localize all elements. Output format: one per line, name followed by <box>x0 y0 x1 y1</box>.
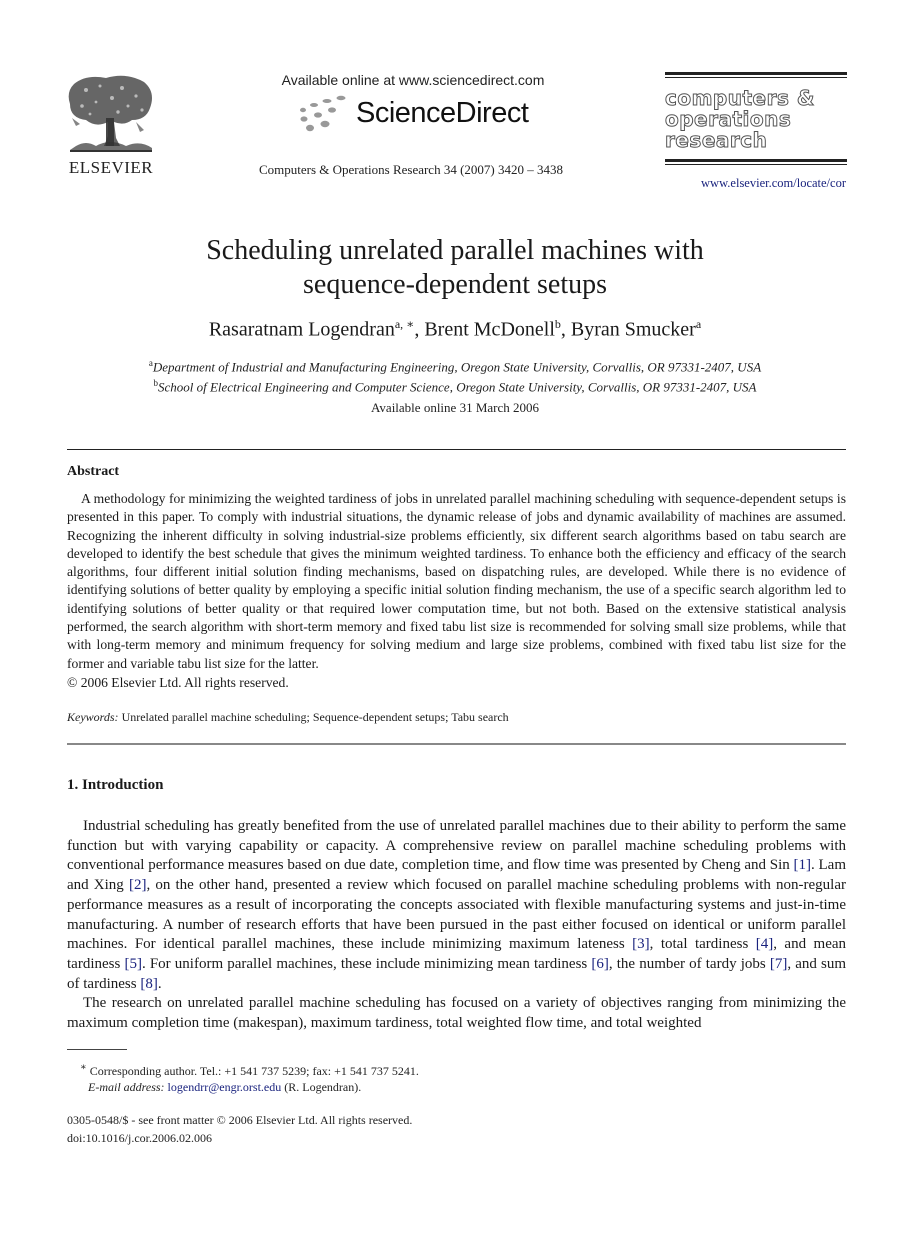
email-footnote: E-mail address: logendrr@engr.orst.edu (… <box>88 1080 361 1095</box>
affiliation-text: Department of Industrial and Manufacturi… <box>152 359 762 375</box>
keywords-list: Unrelated parallel machine scheduling; S… <box>121 710 509 724</box>
author-affiliation-mark[interactable]: a <box>696 317 701 331</box>
sciencedirect-dots-icon <box>300 95 346 132</box>
citation-link[interactable]: [3] <box>632 936 650 952</box>
journal-url-link[interactable]: www.elsevier.com/locate/cor <box>660 176 846 191</box>
introduction-paragraph: Industrial scheduling has greatly benefi… <box>67 817 846 994</box>
keywords: Keywords: Unrelated parallel machine sch… <box>67 710 509 725</box>
affiliation: aDepartment of Industrial and Manufactur… <box>80 355 830 375</box>
sciencedirect-wordmark: ScienceDirect <box>356 97 529 129</box>
author-name: Rasaratnam Logendran <box>208 318 395 341</box>
email-link[interactable]: logendrr@engr.orst.edu <box>168 1080 282 1094</box>
author-separator: , <box>414 318 425 341</box>
affiliations: aDepartment of Industrial and Manufactur… <box>80 355 830 396</box>
email-label: E-mail address: <box>88 1080 165 1094</box>
affiliation: bSchool of Electrical Engineering and Co… <box>80 375 830 395</box>
introduction-paragraph: The research on unrelated parallel machi… <box>67 995 846 1032</box>
elsevier-wordmark: ELSEVIER <box>68 158 154 177</box>
affiliation-text: School of Electrical Engineering and Com… <box>157 379 757 395</box>
journal-logo-line: research <box>665 128 768 152</box>
paper-title: Scheduling unrelated parallel machines w… <box>100 234 810 302</box>
footnote-divider <box>67 1049 127 1050</box>
abstract-paragraph: A methodology for minimizing the weighte… <box>67 491 846 671</box>
author-affiliation-mark[interactable]: a, ∗ <box>395 317 414 331</box>
paragraph-text: . For uniform parallel machines, these i… <box>141 955 592 972</box>
author-name: Brent McDonell <box>424 318 555 341</box>
footnote-mark: ∗ <box>80 1062 87 1073</box>
author-separator: , <box>560 318 571 341</box>
section-heading-introduction: 1. Introduction <box>67 777 164 793</box>
author-list: Rasaratnam Logendrana, ∗, Brent McDonell… <box>100 317 810 342</box>
header-divider <box>67 449 846 450</box>
email-owner: (R. Logendran). <box>284 1080 362 1094</box>
journal-logo: computers & operations research <box>665 72 847 165</box>
available-online-date: Available online 31 March 2006 <box>371 400 539 415</box>
journal-logo-line: operations <box>665 107 792 131</box>
citation-link[interactable]: [7] <box>770 956 788 972</box>
citation-link[interactable]: [4] <box>756 936 774 952</box>
abstract-divider <box>67 743 846 745</box>
front-matter-note: 0305-0548/$ - see front matter © 2006 El… <box>67 1113 413 1127</box>
title-line: sequence-dependent setups <box>303 269 607 300</box>
sciencedirect-logo[interactable]: ScienceDirect <box>296 94 536 136</box>
abstract-copyright: © 2006 Elsevier Ltd. All rights reserved… <box>67 675 289 690</box>
citation-link[interactable]: [1] <box>794 857 812 873</box>
keywords-label: Keywords: <box>67 710 119 724</box>
doi[interactable]: doi:10.1016/j.cor.2006.02.006 <box>67 1131 212 1146</box>
introduction-body: Industrial scheduling has greatly benefi… <box>67 817 846 1034</box>
title-line: Scheduling unrelated parallel machines w… <box>206 235 704 266</box>
elsevier-tree-icon <box>68 75 152 152</box>
abstract-heading: Abstract <box>67 464 120 479</box>
citation-link[interactable]: [6] <box>591 956 609 972</box>
corresponding-author-footnote: ∗ Corresponding author. Tel.: +1 541 737… <box>80 1062 419 1079</box>
paragraph-text: . <box>157 975 162 992</box>
corresponding-author-text: Corresponding author. Tel.: +1 541 737 5… <box>89 1064 419 1078</box>
citation-link[interactable]: [5] <box>124 956 142 972</box>
abstract-body: A methodology for minimizing the weighte… <box>67 490 846 673</box>
paragraph-text: , total tardiness <box>649 936 756 953</box>
elsevier-logo: ELSEVIER <box>64 74 158 178</box>
sciencedirect-availability[interactable]: Available online at www.sciencedirect.co… <box>260 72 566 88</box>
journal-logo-line: computers & <box>665 86 815 110</box>
author-name: Byran Smucker <box>570 318 696 341</box>
citation-link[interactable]: [8] <box>140 976 158 992</box>
journal-logo-top-rule <box>665 72 847 78</box>
journal-logo-bottom-rule <box>665 159 847 165</box>
paragraph-text: Industrial scheduling has greatly benefi… <box>67 818 846 874</box>
journal-reference: Computers & Operations Research 34 (2007… <box>258 162 563 177</box>
citation-link[interactable]: [2] <box>129 877 147 893</box>
paragraph-text: , the number of tardy jobs <box>608 955 770 972</box>
